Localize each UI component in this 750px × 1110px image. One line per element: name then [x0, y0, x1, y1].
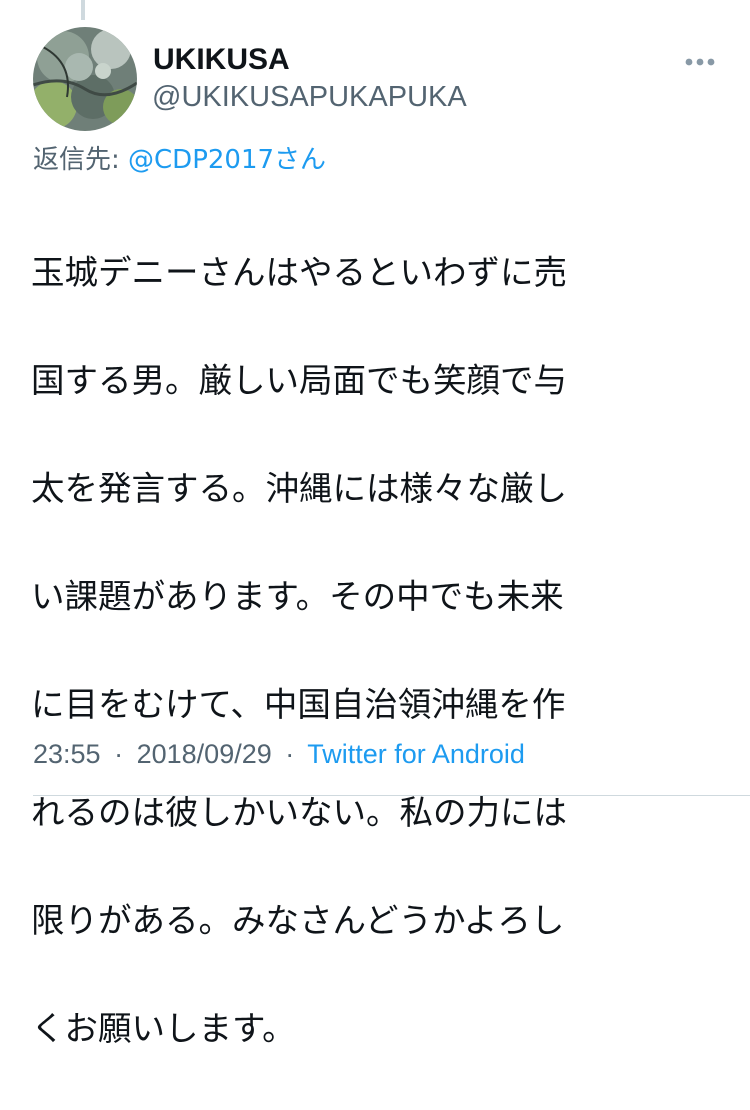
tweet-text: 玉城デニーさんはやるといわずに売 国する男。厳しい局面でも笑顔で与 太を発言する…	[31, 192, 731, 1110]
avatar-image	[33, 27, 137, 131]
author-display-name[interactable]: UKIKUSA	[153, 42, 290, 78]
tweet-text-line: 玉城デニーさんはやるといわずに売	[31, 253, 567, 292]
replying-to: 返信先: @CDP2017さん	[33, 140, 326, 180]
tweet-text-line: に目をむけて、中国自治領沖縄を作	[31, 685, 566, 724]
tweet-date[interactable]: 2018/09/29	[137, 739, 272, 769]
meta-separator: ·	[285, 739, 295, 769]
more-horizontal-icon	[685, 58, 715, 66]
thread-connector-line	[81, 0, 85, 20]
meta-separator: ·	[114, 739, 124, 769]
tweet-source-link[interactable]: Twitter for Android	[307, 739, 525, 769]
tweet-text-line: 太を発言する。沖縄には様々な厳し	[31, 469, 567, 508]
tweet-text-line: 限りがある。みなさんどうかよろし	[31, 901, 565, 940]
divider	[33, 795, 750, 796]
tweet-time[interactable]: 23:55	[33, 739, 101, 769]
reply-mention-link[interactable]: @CDP2017さん	[128, 145, 326, 175]
tweet-text-line: い課題があります。その中でも未来	[31, 577, 564, 616]
replying-to-label: 返信先:	[33, 145, 129, 175]
tweet-text-line: 国する男。厳しい局面でも笑顔で与	[31, 361, 567, 400]
tweet-metadata: 23:55 · 2018/09/29 · Twitter for Android	[33, 734, 525, 774]
author-handle[interactable]: @UKIKUSAPUKAPUKA	[152, 79, 467, 115]
avatar[interactable]	[33, 27, 137, 131]
tweet-text-line: くお願いします。	[31, 1009, 296, 1048]
more-options-button[interactable]	[678, 44, 722, 80]
